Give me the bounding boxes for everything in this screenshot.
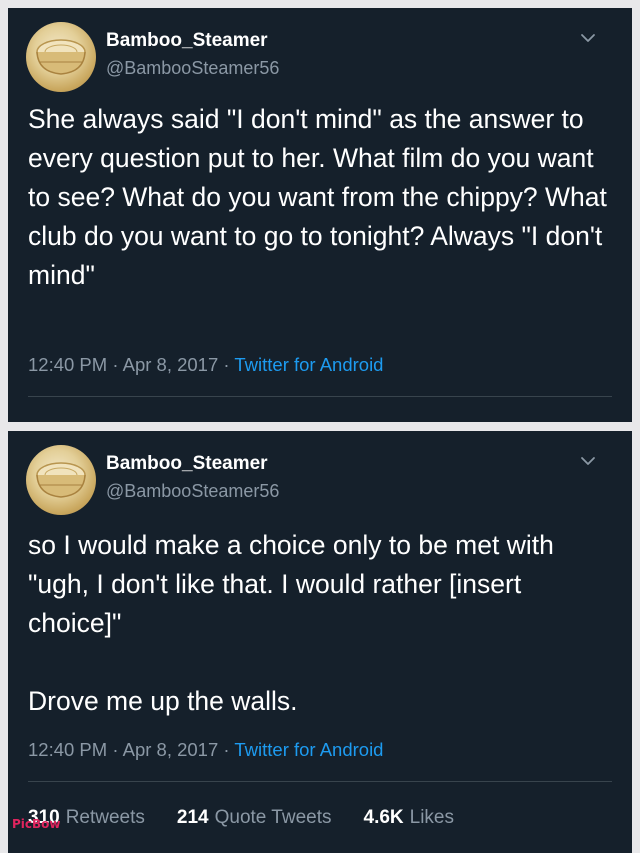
tweet-metadata: 12:40 PM · Apr 8, 2017 · Twitter for And… xyxy=(28,354,383,376)
meta-separator: · xyxy=(107,739,123,760)
likes-label: Likes xyxy=(409,807,454,828)
likes-stat[interactable]: 4.6K Likes xyxy=(364,807,455,829)
tweet-card[interactable]: Bamboo_Steamer @BambooSteamer56 She alwa… xyxy=(8,8,632,422)
tweet-text: She always said "I don't mind" as the an… xyxy=(28,104,615,290)
meta-separator: · xyxy=(218,354,235,375)
avatar[interactable] xyxy=(26,22,96,92)
tweet-source-link[interactable]: Twitter for Android xyxy=(234,354,383,375)
tweet-date[interactable]: Apr 8, 2017 xyxy=(123,354,219,375)
tweet-metadata: 12:40 PM · Apr 8, 2017 · Twitter for And… xyxy=(28,739,383,761)
chevron-down-icon[interactable] xyxy=(580,453,596,469)
likes-count: 4.6K xyxy=(363,807,404,828)
display-name[interactable]: Bamboo_Steamer xyxy=(106,30,268,52)
divider xyxy=(28,781,612,782)
tweet-text: so I would make a choice only to be met … xyxy=(28,530,554,716)
retweets-label: Retweets xyxy=(65,807,145,828)
quotes-count: 214 xyxy=(176,807,209,828)
tweet-source-link[interactable]: Twitter for Android xyxy=(234,739,383,760)
tweet-card[interactable]: Bamboo_Steamer @BambooSteamer56 so I wou… xyxy=(8,431,632,853)
watermark: PicBow xyxy=(12,817,61,831)
meta-separator: · xyxy=(107,354,123,375)
tweet-date[interactable]: Apr 8, 2017 xyxy=(123,739,219,760)
user-handle[interactable]: @BambooSteamer56 xyxy=(106,481,279,502)
tweet-time[interactable]: 12:40 PM xyxy=(28,739,107,760)
display-name[interactable]: Bamboo_Steamer xyxy=(106,453,268,475)
user-handle[interactable]: @BambooSteamer56 xyxy=(106,58,279,79)
tweet-stats: 310 Retweets 214 Quote Tweets 4.6K Likes xyxy=(28,807,454,829)
chevron-down-icon[interactable] xyxy=(580,30,596,46)
quotes-label: Quote Tweets xyxy=(214,807,332,828)
divider xyxy=(28,396,612,397)
tweet-time[interactable]: 12:40 PM xyxy=(28,354,107,375)
avatar[interactable] xyxy=(26,445,96,515)
meta-separator: · xyxy=(218,739,235,760)
quote-tweets-stat[interactable]: 214 Quote Tweets xyxy=(177,807,332,829)
